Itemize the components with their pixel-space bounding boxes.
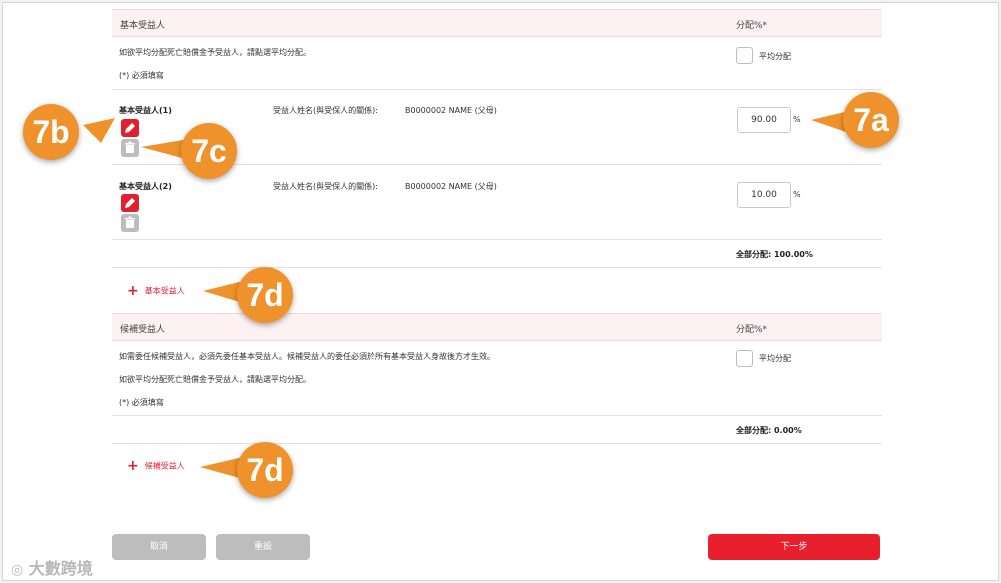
callout-7c: 7c — [181, 123, 237, 179]
callout-7d-primary: 7d — [237, 267, 293, 323]
beneficiary-form: 基本受益人 分配%* 如欲平均分配死亡賠償金予受益人，請點選平均分配。 (*) … — [2, 2, 999, 581]
callout-7a: 7a — [843, 92, 899, 148]
callout-7b-pointer — [83, 118, 115, 143]
callout-7d-contingent: 7d — [237, 442, 293, 498]
callout-pointers — [83, 111, 849, 479]
callout-7b: 7b — [23, 104, 79, 160]
